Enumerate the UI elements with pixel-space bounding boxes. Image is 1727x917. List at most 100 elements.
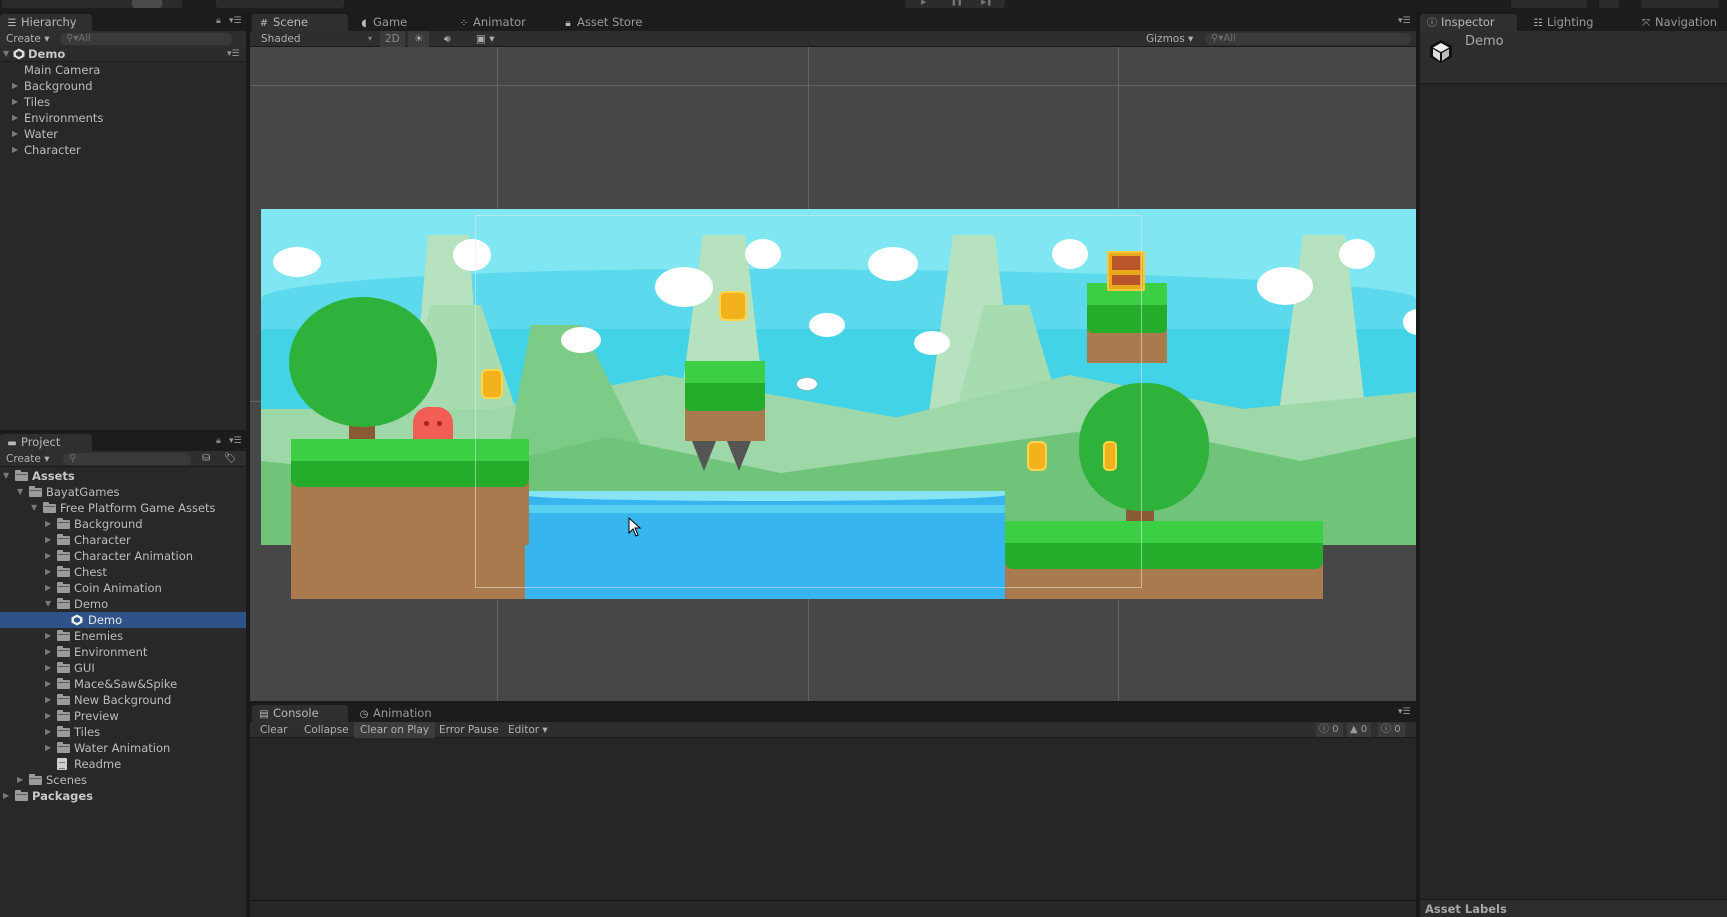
- expand-arrow-icon[interactable]: ▶: [12, 110, 18, 126]
- expand-arrow-icon[interactable]: ▶: [45, 740, 51, 756]
- filter-by-type-icon[interactable]: ⛁: [202, 451, 210, 467]
- scene-viewport[interactable]: [250, 47, 1416, 701]
- project-folder[interactable]: ▶ Enemies: [0, 628, 246, 644]
- console-log-list[interactable]: [250, 739, 1416, 899]
- account-button[interactable]: [1641, 0, 1719, 8]
- expand-arrow-icon[interactable]: ▶: [45, 676, 51, 692]
- lock-icon[interactable]: 🔒︎: [216, 16, 221, 26]
- expand-arrow-icon[interactable]: ▼: [3, 46, 9, 62]
- create-button[interactable]: Create ▾: [6, 451, 50, 467]
- expand-arrow-icon[interactable]: ▶: [12, 126, 18, 142]
- expand-arrow-icon[interactable]: ▶: [45, 724, 51, 740]
- info-count-toggle[interactable]: ⓘ 0: [1316, 723, 1343, 737]
- collab-button[interactable]: [1511, 0, 1587, 8]
- panel-menu-icon[interactable]: ▾☰: [1398, 16, 1411, 26]
- expand-arrow-icon[interactable]: ▶: [45, 644, 51, 660]
- effects-dropdown-icon[interactable]: ▣ ▾: [472, 31, 499, 47]
- play-controls[interactable]: ▶ ❚❚ ▶❚: [905, 0, 1005, 8]
- project-folder[interactable]: ▶ Background: [0, 516, 246, 532]
- hierarchy-item[interactable]: ▶ Environments: [0, 110, 246, 126]
- expand-arrow-icon[interactable]: ▶: [45, 532, 51, 548]
- warning-count-toggle[interactable]: ▲ 0: [1347, 723, 1372, 737]
- tab-animator[interactable]: ⁘ Animator: [452, 14, 534, 31]
- project-folder[interactable]: ▼ Assets: [0, 468, 246, 484]
- project-folder[interactable]: ▼ Demo: [0, 596, 246, 612]
- tab-scene[interactable]: # Scene: [252, 14, 348, 31]
- project-search-input[interactable]: ⚲: [63, 453, 191, 465]
- scene-menu-icon[interactable]: ▾☰: [227, 46, 240, 62]
- error-count-toggle[interactable]: ⓘ 0: [1378, 723, 1405, 737]
- gizmos-dropdown[interactable]: Gizmos ▾: [1146, 31, 1193, 47]
- expand-arrow-icon[interactable]: ▶: [12, 142, 18, 158]
- error-pause-toggle[interactable]: Error Pause: [433, 722, 505, 738]
- tab-hierarchy[interactable]: ☰ Hierarchy: [0, 14, 92, 31]
- collapse-arrow-icon[interactable]: ▼: [31, 500, 37, 516]
- hierarchy-item[interactable]: Main Camera: [0, 62, 246, 78]
- pivot-toggle[interactable]: [216, 0, 344, 8]
- expand-arrow-icon[interactable]: ▶: [45, 580, 51, 596]
- play-icon[interactable]: ▶: [921, 0, 926, 6]
- expand-arrow-icon[interactable]: ▶: [45, 708, 51, 724]
- pause-icon[interactable]: ❚❚: [951, 0, 963, 6]
- expand-arrow-icon[interactable]: ▶: [45, 660, 51, 676]
- expand-arrow-icon[interactable]: ▶: [3, 788, 9, 804]
- collapse-arrow-icon[interactable]: ▼: [3, 468, 9, 484]
- lock-icon[interactable]: 🔒︎: [216, 436, 221, 446]
- expand-arrow-icon[interactable]: ▶: [45, 548, 51, 564]
- project-folder[interactable]: ▶ Chest: [0, 564, 246, 580]
- project-folder[interactable]: ▶ New Background: [0, 692, 246, 708]
- hierarchy-item[interactable]: ▶ Tiles: [0, 94, 246, 110]
- asset-labels-bar[interactable]: Asset Labels: [1420, 899, 1727, 917]
- lighting-toggle-icon[interactable]: ☀: [408, 31, 430, 47]
- project-folder[interactable]: ▼ BayatGames: [0, 484, 246, 500]
- scene-root-row[interactable]: ▼ Demo ▾☰: [0, 46, 246, 62]
- expand-arrow-icon[interactable]: ▶: [45, 564, 51, 580]
- tab-navigation[interactable]: ⤧ Navigation: [1634, 14, 1725, 31]
- project-folder[interactable]: ▶ Tiles: [0, 724, 246, 740]
- shading-mode-dropdown[interactable]: Shaded ▾: [261, 31, 372, 47]
- step-icon[interactable]: ▶❚: [981, 0, 992, 6]
- expand-arrow-icon[interactable]: ▶: [45, 692, 51, 708]
- panel-menu-icon[interactable]: ▾☰: [1398, 707, 1411, 717]
- project-folder[interactable]: ▼ Free Platform Game Assets: [0, 500, 246, 516]
- project-folder[interactable]: ▶ Character: [0, 532, 246, 548]
- project-folder[interactable]: ▶ Environment: [0, 644, 246, 660]
- 2d-mode-toggle[interactable]: 2D: [380, 31, 405, 47]
- hierarchy-search-input[interactable]: ⚲▾All: [60, 33, 232, 45]
- expand-arrow-icon[interactable]: ▶: [12, 78, 18, 94]
- hierarchy-item[interactable]: ▶ Water: [0, 126, 246, 142]
- expand-arrow-icon[interactable]: ▶: [45, 516, 51, 532]
- collapse-button[interactable]: Collapse: [298, 722, 355, 738]
- create-button[interactable]: Create ▾: [6, 31, 50, 47]
- audio-toggle-icon[interactable]: 🔊︎: [440, 31, 455, 47]
- scene-search-input[interactable]: ⚲▾All: [1205, 33, 1411, 45]
- project-folder[interactable]: ▶ Scenes: [0, 772, 246, 788]
- tab-lighting[interactable]: ☷ Lighting: [1526, 14, 1601, 31]
- project-folder[interactable]: ▶ Character Animation: [0, 548, 246, 564]
- panel-menu-icon[interactable]: ▾☰: [229, 436, 242, 446]
- project-folder[interactable]: ▶ Mace&Saw&Spike: [0, 676, 246, 692]
- tab-animation[interactable]: ◷ Animation: [352, 705, 440, 722]
- tab-console[interactable]: ▤ Console: [252, 705, 348, 722]
- cloud-button[interactable]: [1599, 0, 1619, 8]
- project-folder[interactable]: ▶ Packages: [0, 788, 246, 804]
- filter-by-label-icon[interactable]: 🏷︎: [224, 451, 237, 467]
- tab-inspector[interactable]: ⓘ Inspector: [1420, 14, 1517, 31]
- rect-tool-button[interactable]: [132, 0, 162, 8]
- clear-on-play-toggle[interactable]: Clear on Play: [354, 722, 436, 738]
- expand-arrow-icon[interactable]: ▶: [12, 94, 18, 110]
- project-folder[interactable]: ▶ Coin Animation: [0, 580, 246, 596]
- expand-arrow-icon[interactable]: ▶: [17, 772, 23, 788]
- tab-asset-store[interactable]: 🔒︎ Asset Store: [556, 14, 651, 31]
- hierarchy-item[interactable]: ▶ Background: [0, 78, 246, 94]
- project-scene-asset[interactable]: Demo: [0, 612, 246, 628]
- project-file[interactable]: Readme: [0, 756, 246, 772]
- project-folder[interactable]: ▶ Water Animation: [0, 740, 246, 756]
- panel-menu-icon[interactable]: ▾☰: [229, 16, 242, 26]
- editor-dropdown[interactable]: Editor ▾: [502, 722, 554, 738]
- tab-project[interactable]: ▬ Project: [0, 434, 92, 451]
- expand-arrow-icon[interactable]: ▶: [45, 628, 51, 644]
- collapse-arrow-icon[interactable]: ▼: [17, 484, 23, 500]
- clear-button[interactable]: Clear: [254, 722, 293, 738]
- project-folder[interactable]: ▶ Preview: [0, 708, 246, 724]
